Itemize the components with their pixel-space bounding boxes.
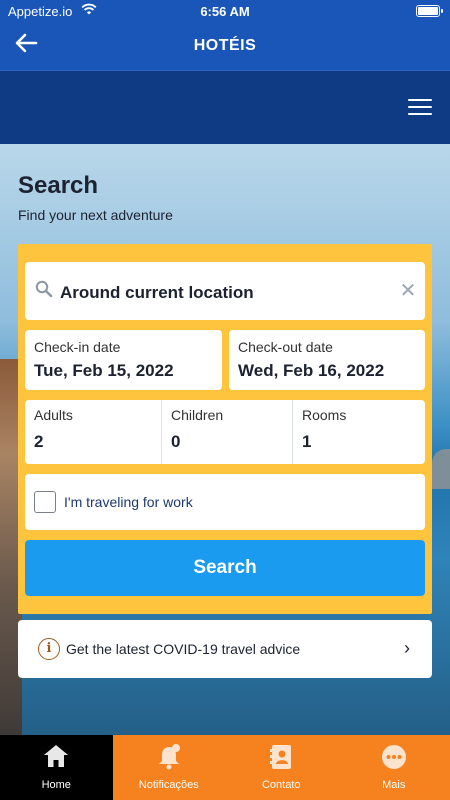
guests-selector: Adults 2 Children 0 Rooms 1 <box>25 400 425 464</box>
tab-home-label: Home <box>41 779 71 791</box>
checkout-label: Check-out date <box>238 339 333 355</box>
contacts-icon <box>225 743 338 771</box>
adults-value: 2 <box>34 432 44 451</box>
site-nav-bar <box>0 70 450 144</box>
work-travel-label: I'm traveling for work <box>64 494 193 510</box>
checkout-date-field[interactable]: Check-out date Wed, Feb 16, 2022 <box>229 330 425 390</box>
destination-value: Around current location <box>60 283 254 302</box>
search-heading: Search <box>18 172 99 199</box>
chevron-right-icon: › <box>404 638 410 658</box>
app-bar: HOTÉIS <box>0 22 450 70</box>
battery-icon <box>416 5 443 17</box>
work-travel-option[interactable]: I'm traveling for work <box>25 474 425 530</box>
covid-advice-banner[interactable]: i Get the latest COVID-19 travel advice … <box>18 620 432 678</box>
tab-contact-label: Contato <box>261 779 301 791</box>
info-icon: i <box>38 638 60 660</box>
checkout-value: Wed, Feb 16, 2022 <box>238 361 385 380</box>
rock-image <box>432 449 450 489</box>
hero-background: Search Find your next adventure Around c… <box>0 144 450 735</box>
adults-label: Adults <box>34 407 73 423</box>
tab-notifications[interactable]: Notificações <box>113 735 226 800</box>
bell-icon <box>113 743 226 771</box>
work-travel-checkbox[interactable] <box>34 491 56 513</box>
covid-advice-text: Get the latest COVID-19 travel advice <box>66 641 301 657</box>
clear-icon[interactable]: ✕ <box>399 278 417 303</box>
tab-more-label: Mais <box>382 779 406 791</box>
children-field[interactable]: Children 0 <box>161 400 292 464</box>
children-label: Children <box>171 407 224 423</box>
tab-more[interactable]: Mais <box>338 735 450 800</box>
clock: 6:56 AM <box>200 4 250 19</box>
top-bar: Appetize.io 6:56 AM HOTÉIS <box>0 0 450 70</box>
search-button[interactable]: Search <box>25 540 425 596</box>
rooms-value: 1 <box>302 432 312 451</box>
page-title: HOTÉIS <box>193 37 257 54</box>
bottom-tab-bar: Home Notificações Contato Mais <box>0 735 450 800</box>
rooms-field[interactable]: Rooms 1 <box>292 400 425 464</box>
checkin-value: Tue, Feb 15, 2022 <box>34 361 174 380</box>
adults-field[interactable]: Adults 2 <box>25 400 161 464</box>
tab-home[interactable]: Home <box>0 735 113 800</box>
tab-notifications-label: Notificações <box>138 779 199 791</box>
checkin-date-field[interactable]: Check-in date Tue, Feb 15, 2022 <box>25 330 222 390</box>
search-subheading: Find your next adventure <box>18 207 173 223</box>
tab-contact[interactable]: Contato <box>225 735 338 800</box>
home-icon <box>0 743 113 771</box>
checkin-label: Check-in date <box>34 339 121 355</box>
search-form: Around current location ✕ Check-in date … <box>18 244 432 614</box>
more-icon <box>338 743 450 771</box>
search-icon <box>35 280 53 303</box>
destination-field[interactable]: Around current location ✕ <box>25 262 425 320</box>
rooms-label: Rooms <box>302 407 347 423</box>
children-value: 0 <box>171 432 181 451</box>
status-bar: Appetize.io 6:56 AM <box>0 0 450 22</box>
hamburger-menu-icon[interactable] <box>408 99 432 117</box>
